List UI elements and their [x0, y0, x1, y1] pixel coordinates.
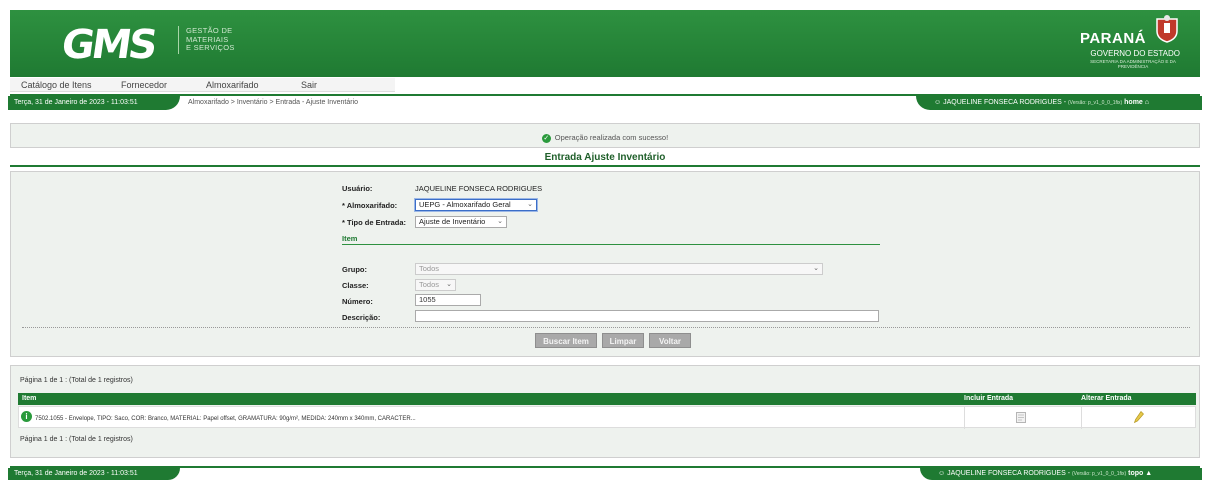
limpar-button[interactable]: Limpar: [602, 333, 644, 348]
gms-logo: GMS: [58, 22, 158, 68]
check-icon: ✓: [541, 133, 551, 143]
tipo-entrada-label: * Tipo de Entrada:: [342, 218, 407, 227]
almoxarifado-selected-value: UEPG - Almoxarifado Geral: [419, 200, 511, 209]
home-icon[interactable]: ⌂: [1145, 99, 1149, 106]
user-icon: ☺: [938, 470, 946, 477]
pagination-top: Página 1 de 1 : (Total de 1 registros): [20, 377, 133, 384]
alterar-entrada-icon[interactable]: [1134, 411, 1144, 423]
buscar-item-button[interactable]: Buscar Item: [535, 333, 597, 348]
almoxarifado-select[interactable]: UEPG - Almoxarifado Geral ⌄: [415, 199, 537, 211]
footer-user-name: JAQUELINE FONSECA RODRIGUES: [947, 470, 1066, 477]
numero-input[interactable]: 1055: [415, 294, 481, 306]
chevron-down-icon: ⌄: [497, 218, 503, 225]
state-government: GOVERNO DO ESTADO: [1090, 49, 1180, 58]
voltar-button[interactable]: Voltar: [649, 333, 691, 348]
success-message-text: Operação realizada com sucesso!: [554, 133, 669, 142]
grupo-select[interactable]: Todos ⌄: [415, 263, 823, 275]
state-secretaria: SECRETARIA DA ADMINISTRAÇÃO E DA PREVIDÊ…: [1090, 59, 1176, 69]
menu-item-almoxarifado[interactable]: Almoxarifado: [206, 80, 259, 90]
item-section-divider: [342, 244, 880, 245]
message-box: ✓ Operação realizada com sucesso!: [10, 123, 1200, 148]
footer-date: Terça, 31 de Janeiro de 2023 - 11:03:51: [8, 468, 180, 480]
chevron-down-icon: ⌄: [813, 265, 819, 272]
almoxarifado-label: * Almoxarifado:: [342, 201, 398, 210]
navigation-bar: Terça, 31 de Janeiro de 2023 - 11:03:51 …: [8, 94, 1202, 111]
logo-subtitle: GESTÃO DE MATERIAIS E SERVIÇOS: [186, 26, 235, 53]
coat-of-arms-icon: [1156, 15, 1178, 43]
topo-link[interactable]: topo: [1128, 470, 1143, 477]
footer-bar: Terça, 31 de Janeiro de 2023 - 11:03:51 …: [8, 466, 1202, 480]
column-item: Item: [22, 395, 37, 402]
title-divider: [10, 165, 1200, 167]
descricao-label: Descrição:: [342, 313, 381, 322]
user-icon: ☺: [934, 99, 942, 106]
tipo-entrada-select[interactable]: Ajuste de Inventário ⌄: [415, 216, 507, 228]
column-incluir-entrada: Incluir Entrada: [964, 395, 1014, 402]
usuario-value: JAQUELINE FONSECA RODRIGUES: [415, 184, 543, 193]
column-divider: [1081, 407, 1082, 429]
page-title: Entrada Ajuste Inventário: [544, 152, 666, 163]
incluir-entrada-icon[interactable]: [1016, 412, 1026, 423]
usuario-label: Usuário:: [342, 184, 373, 193]
item-description: 7502.1055 - Envelope, TIPO: Saco, COR: B…: [35, 416, 416, 422]
chevron-down-icon: ⌄: [446, 281, 452, 288]
footer-version: (Versão: p_v1_0_0_1fix): [1071, 471, 1127, 477]
user-info: ☺ JAQUELINE FONSECA RODRIGUES - (Versão:…: [916, 96, 1202, 110]
menu-item-fornecedor[interactable]: Fornecedor: [121, 80, 167, 90]
main-menu: Catálogo de Itens Fornecedor Almoxarifad…: [10, 78, 395, 92]
home-link[interactable]: home: [1124, 99, 1143, 106]
classe-label: Classe:: [342, 281, 369, 290]
grupo-label: Grupo:: [342, 265, 367, 274]
descricao-input[interactable]: [415, 310, 879, 322]
arrow-up-icon[interactable]: ▲: [1145, 470, 1152, 477]
logo-sub-line: E SERVIÇOS: [186, 43, 235, 52]
item-section-title: Item: [342, 234, 358, 243]
numero-label: Número:: [342, 297, 373, 306]
chevron-down-icon: ⌄: [527, 201, 533, 208]
results-table-header: Item Incluir Entrada Alterar Entrada: [18, 393, 1196, 405]
state-name: PARANÁ: [1079, 30, 1146, 47]
success-message: ✓ Operação realizada com sucesso!: [11, 133, 1199, 143]
menu-item-catalogo[interactable]: Catálogo de Itens: [21, 80, 92, 90]
current-date: Terça, 31 de Janeiro de 2023 - 11:03:51: [8, 96, 180, 110]
user-name: JAQUELINE FONSECA RODRIGUES: [943, 99, 1062, 106]
form-divider: [22, 327, 1190, 328]
menu-item-sair[interactable]: Sair: [301, 80, 317, 90]
classe-select[interactable]: Todos ⌄: [415, 279, 456, 291]
info-icon[interactable]: i: [21, 411, 32, 422]
breadcrumb: Almoxarifado > Inventário > Entrada - Aj…: [188, 99, 359, 106]
header-banner: GMS GESTÃO DE MATERIAIS E SERVIÇOS PARAN…: [10, 10, 1200, 77]
version-label: (Versão: p_v1_0_0_1fix): [1067, 100, 1123, 106]
tipo-entrada-selected-value: Ajuste de Inventário: [419, 217, 486, 226]
classe-selected-value: Todos: [419, 280, 440, 289]
column-alterar-entrada: Alterar Entrada: [1081, 395, 1132, 402]
logo-divider: [178, 26, 179, 54]
footer-user-info: ☺ JAQUELINE FONSECA RODRIGUES - (Versão:…: [920, 468, 1202, 480]
table-row: i 7502.1055 - Envelope, TIPO: Saco, COR:…: [18, 406, 1196, 429]
grupo-selected-value: Todos: [419, 264, 440, 273]
pagination-bottom: Página 1 de 1 : (Total de 1 registros): [20, 436, 133, 443]
column-divider: [964, 407, 965, 429]
